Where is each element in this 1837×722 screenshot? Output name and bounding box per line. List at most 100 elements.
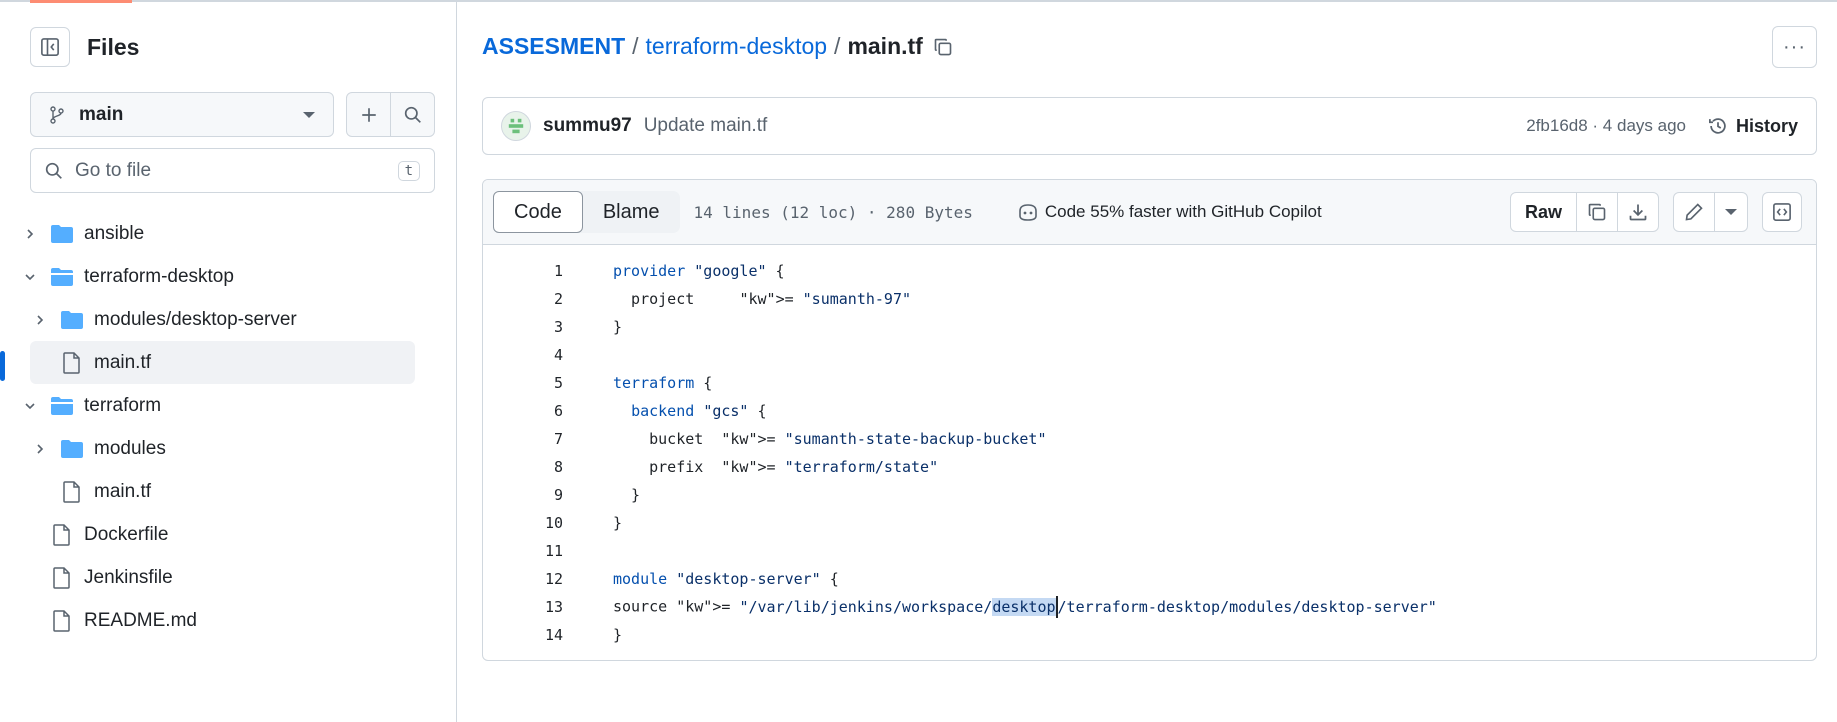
folder-icon (51, 224, 73, 243)
identicon-icon (508, 118, 524, 134)
line-number[interactable]: 6 (483, 402, 563, 420)
tree-item-label: README.md (84, 609, 197, 631)
code-content[interactable]: 1 provider "google" {2 project "kw">= "su… (483, 245, 1816, 649)
breadcrumb-separator: / (632, 33, 639, 59)
code-line: 4 (483, 341, 1816, 369)
code-text: terraform { (613, 374, 713, 392)
line-number[interactable]: 5 (483, 374, 563, 392)
file-icon (63, 351, 80, 374)
branch-icon (50, 105, 64, 124)
file-icon (53, 566, 70, 589)
code-line: 14} (483, 621, 1816, 649)
line-number[interactable]: 8 (483, 458, 563, 476)
breadcrumb-repo-link[interactable]: ASSESMENT (482, 33, 625, 60)
tree-item-label: main.tf (94, 351, 152, 373)
go-to-file-input[interactable]: Go to file t (30, 148, 435, 193)
line-number[interactable]: 4 (483, 346, 563, 364)
line-number[interactable]: 7 (483, 430, 563, 448)
download-button[interactable] (1617, 193, 1658, 231)
sidebar-collapse-icon (41, 38, 59, 56)
tree-item-terraform-desktop[interactable]: terraform-desktop (20, 255, 415, 298)
code-line: 3} (483, 313, 1816, 341)
code-text: project "kw">= "sumanth-97" (613, 290, 912, 308)
selected-item-indicator (0, 351, 5, 381)
line-number[interactable]: 2 (483, 290, 563, 308)
kebab-horizontal-icon: ··· (1783, 35, 1806, 58)
code-line: 6 backend "gcs" { (483, 397, 1816, 425)
sidebar-title: Files (87, 33, 140, 60)
folder-open-icon (51, 267, 73, 286)
tree-item-terraform[interactable]: terraform (20, 384, 415, 427)
edit-group (1673, 192, 1748, 232)
line-number[interactable]: 13 (483, 598, 563, 616)
line-number[interactable]: 3 (483, 318, 563, 336)
copy-icon (1588, 203, 1606, 221)
line-number[interactable]: 12 (483, 570, 563, 588)
symbols-panel-button[interactable] (1762, 192, 1802, 232)
tree-item-modules[interactable]: modules (30, 427, 425, 470)
folder-icon (61, 439, 83, 458)
tree-item-label: modules/desktop-server (94, 308, 297, 330)
chevron-right-icon (30, 314, 50, 326)
edit-options-dropdown[interactable] (1714, 193, 1747, 231)
copilot-promo-link[interactable]: Code 55% faster with GitHub Copilot (1017, 202, 1322, 222)
code-line: 9 } (483, 481, 1816, 509)
edit-file-button[interactable] (1674, 193, 1714, 231)
copy-icon (934, 38, 952, 55)
code-line: 7 bucket "kw">= "sumanth-state-backup-bu… (483, 425, 1816, 453)
line-number[interactable]: 9 (483, 486, 563, 504)
avatar[interactable] (501, 111, 531, 141)
more-options-button[interactable]: ··· (1772, 26, 1817, 68)
tree-item-label: modules (94, 437, 166, 459)
search-files-button[interactable] (390, 92, 435, 137)
tree-item-readme[interactable]: README.md (20, 599, 415, 642)
line-number[interactable]: 1 (483, 262, 563, 280)
tree-item-main-tf-selected[interactable]: main.tf (30, 341, 415, 384)
code-line: 5 terraform { (483, 369, 1816, 397)
tree-item-dockerfile[interactable]: Dockerfile (20, 513, 415, 556)
chevron-down-icon (303, 111, 315, 118)
history-icon (1708, 118, 1726, 134)
tree-item-jenkinsfile[interactable]: Jenkinsfile (20, 556, 415, 599)
file-icon (53, 609, 70, 632)
tree-item-label: terraform-desktop (84, 265, 234, 287)
commit-author[interactable]: summu97 (543, 115, 632, 137)
code-text: source "kw">= "/var/lib/jenkins/workspac… (613, 596, 1437, 618)
add-file-button[interactable] (346, 92, 391, 137)
tree-item-modules-desktop-server[interactable]: modules/desktop-server (30, 298, 425, 341)
search-icon (404, 106, 421, 123)
line-number[interactable]: 11 (483, 542, 563, 560)
line-number[interactable]: 14 (483, 626, 563, 644)
breadcrumb-folder-link[interactable]: terraform-desktop (646, 33, 828, 60)
branch-selector[interactable]: main (30, 92, 334, 137)
tree-item-label: main.tf (94, 480, 152, 502)
latest-commit-bar: summu97 Update main.tf 2fb16d8 · 4 days … (482, 97, 1817, 155)
copy-raw-button[interactable] (1576, 193, 1617, 231)
pencil-icon (1685, 203, 1703, 221)
tree-item-ansible[interactable]: ansible (20, 212, 415, 255)
code-text: prefix "kw">= "terraform/state" (613, 458, 939, 476)
copilot-label: Code 55% faster with GitHub Copilot (1044, 202, 1322, 221)
tab-blame[interactable]: Blame (583, 191, 680, 233)
branch-name: main (79, 103, 124, 125)
code-square-icon (1773, 203, 1791, 221)
breadcrumb: ASSESMENT / terraform-desktop / main.tf (482, 33, 953, 60)
line-number[interactable]: 10 (483, 514, 563, 532)
tree-item-label: terraform (84, 394, 162, 416)
tab-code[interactable]: Code (493, 191, 583, 233)
code-line: 13 source "kw">= "/var/lib/jenkins/worksp… (483, 593, 1816, 621)
folder-open-icon (51, 396, 73, 415)
commit-sha-time[interactable]: 2fb16d8 · 4 days ago (1526, 116, 1686, 136)
raw-button[interactable]: Raw (1511, 193, 1576, 231)
file-icon (53, 523, 70, 546)
commit-message[interactable]: Update main.tf (644, 115, 1527, 137)
view-mode-tabs: Code Blame (493, 191, 680, 233)
search-icon (45, 162, 62, 179)
file-icon (63, 480, 80, 503)
history-button[interactable]: History (1708, 116, 1798, 137)
file-actions: Raw (1496, 192, 1802, 232)
code-text: } (613, 318, 623, 336)
copy-path-button[interactable] (933, 37, 953, 57)
collapse-sidebar-button[interactable] (30, 27, 70, 67)
tree-item-terraform-main-tf[interactable]: main.tf (30, 470, 425, 513)
